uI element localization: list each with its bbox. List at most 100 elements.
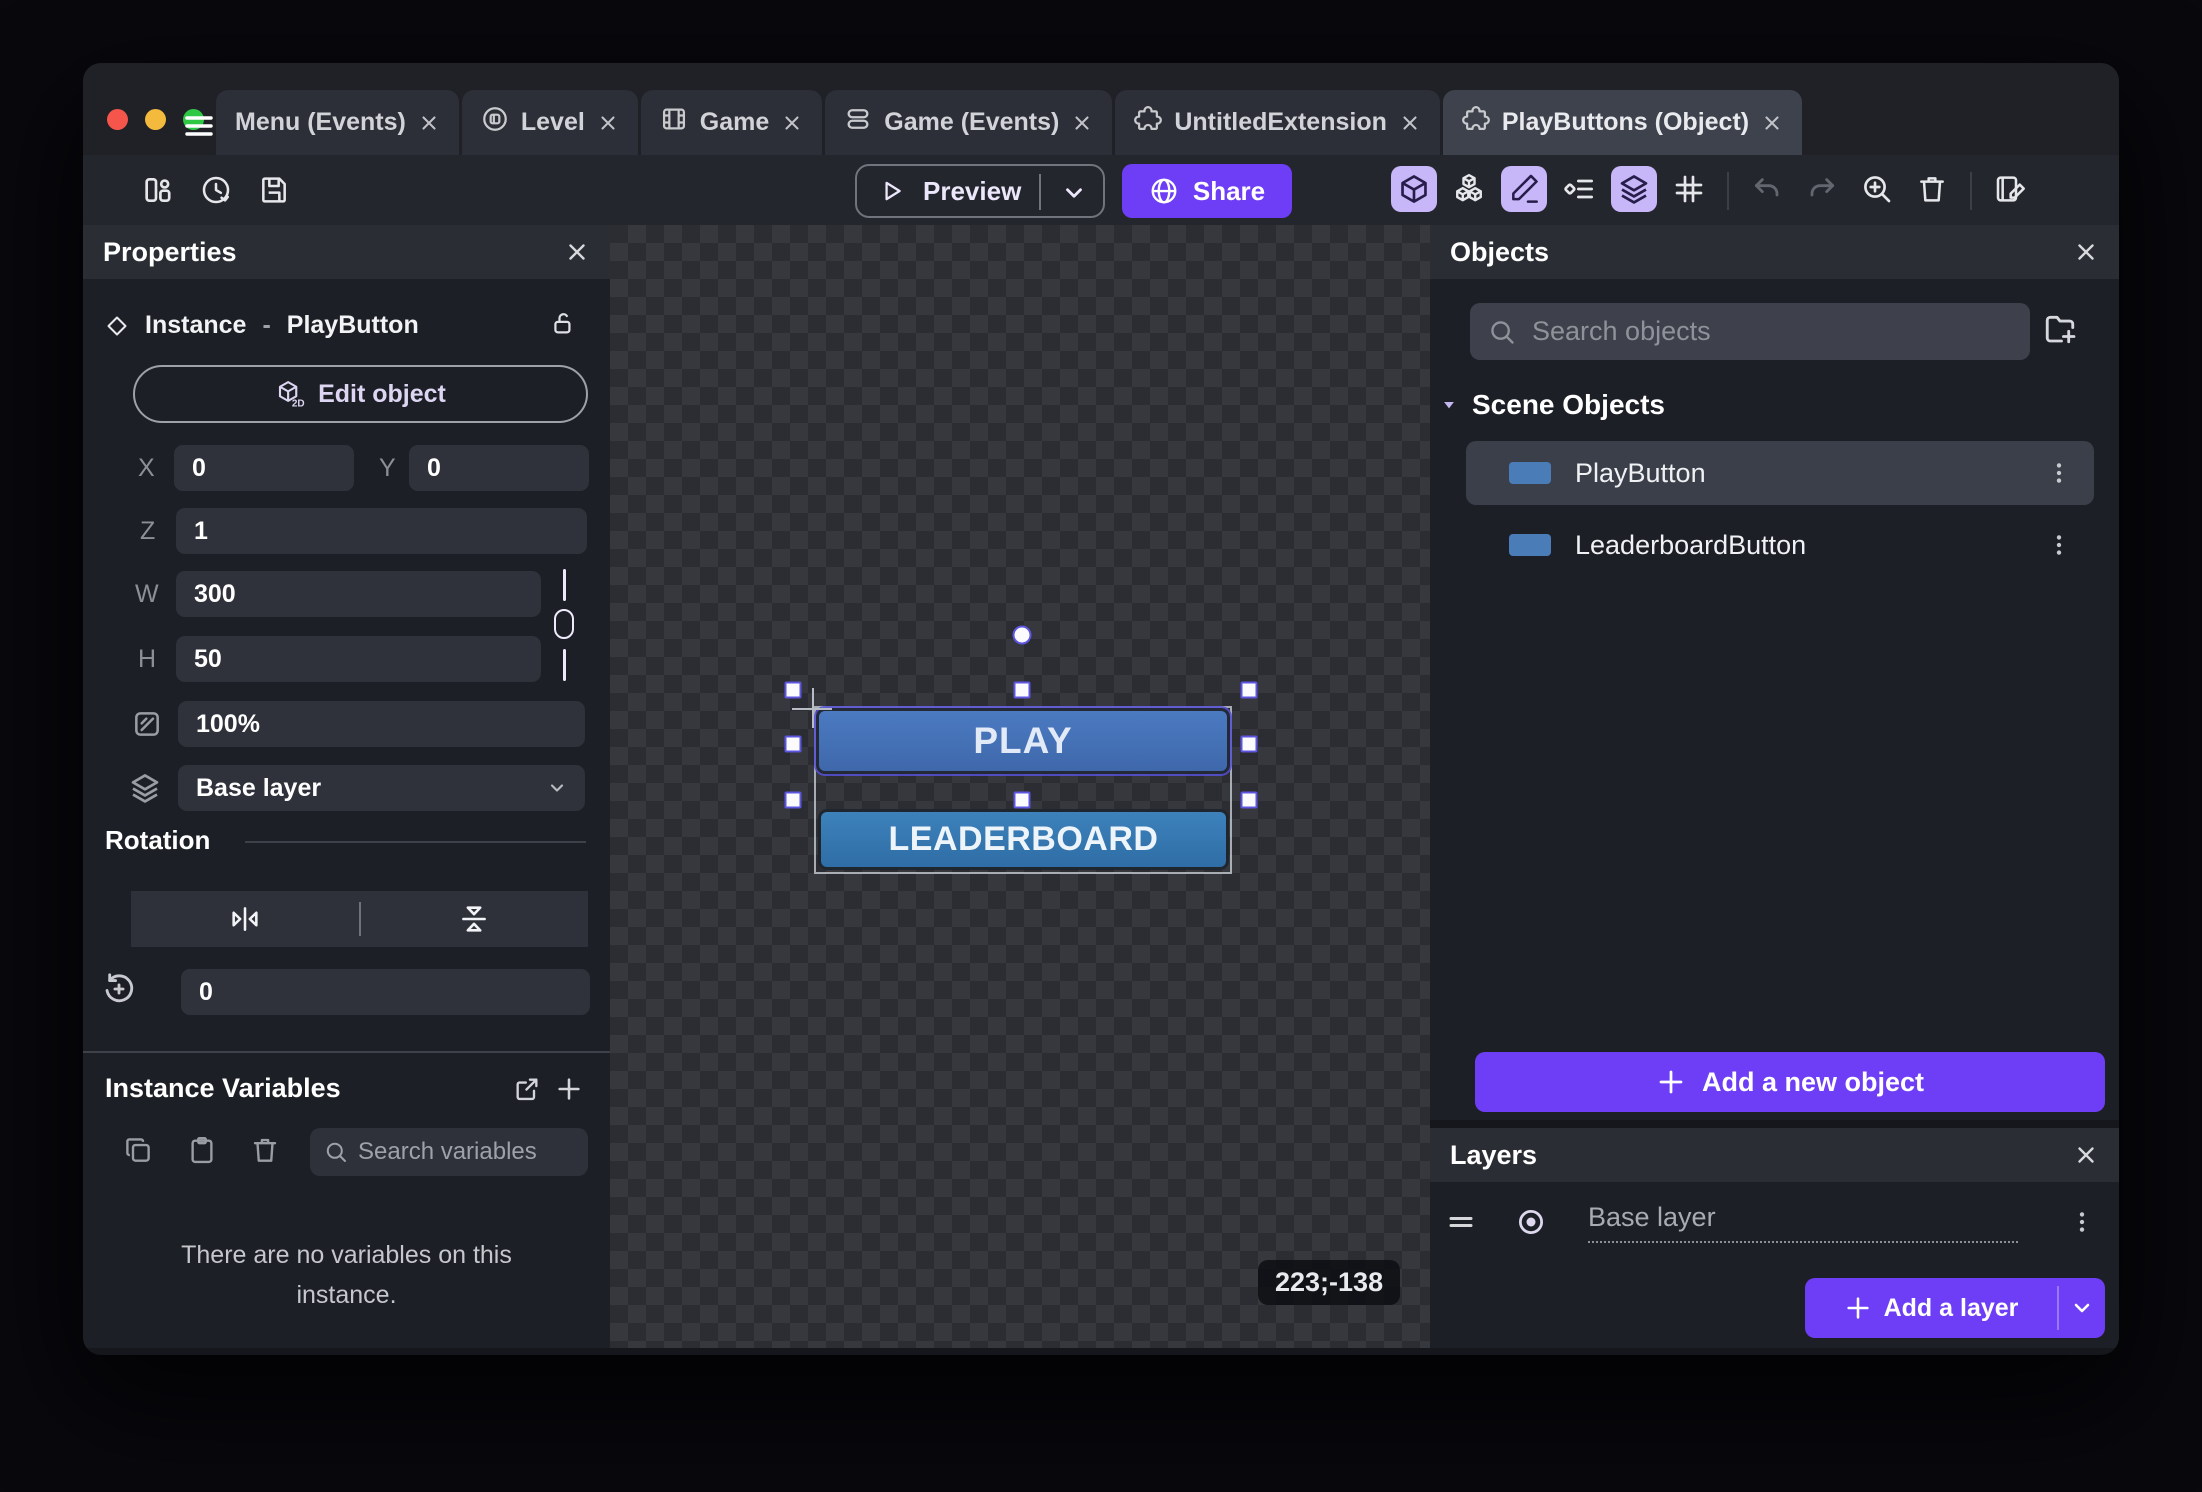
lock-instance-button[interactable] [549,309,577,342]
variables-search-input[interactable] [358,1138,558,1166]
preview-label: Preview [923,176,1021,207]
toggle-objects-panel-button[interactable] [1391,166,1437,212]
width-input[interactable] [176,571,541,617]
tab-close-icon[interactable] [418,112,440,134]
resize-handle-top-right[interactable] [1241,682,1258,699]
close-objects-button[interactable] [2073,239,2099,265]
lock-aspect-ratio-toggle[interactable] [551,569,577,681]
toggle-layers-panel-button[interactable] [1611,166,1657,212]
copy-variable-button[interactable] [123,1135,153,1170]
add-new-object-button[interactable]: Add a new object [1475,1052,2105,1112]
flip-vertical-button[interactable] [361,902,589,936]
y-label: Y [379,454,409,483]
add-layer-button[interactable]: Add a layer [1805,1278,2057,1338]
undo-button[interactable] [1744,166,1790,212]
variables-empty-message: There are no variables on this instance. [153,1235,540,1315]
layer-menu-button[interactable] [2069,1209,2095,1235]
delete-button[interactable] [1909,166,1955,212]
add-layer-split-button: Add a layer [1805,1278,2105,1338]
resize-handle-middle-right[interactable] [1241,736,1258,753]
share-button[interactable]: Share [1122,164,1292,218]
save-button[interactable] [251,167,297,213]
kebab-icon [2046,532,2072,558]
toggle-properties-panel-button[interactable] [1501,166,1547,212]
history-button[interactable] [193,167,239,213]
preview-options-button[interactable] [1061,180,1087,211]
layer-select[interactable]: Base layer [178,765,585,811]
scene-canvas[interactable]: PLAY LEADERBOARD 223;-138 [610,225,1430,1348]
toggle-grid-button[interactable] [1666,166,1712,212]
resize-handle-top-center[interactable] [1014,682,1031,699]
object-row-leaderboardbutton[interactable]: LeaderboardButton [1466,513,2094,577]
flip-horizontal-button[interactable] [131,902,359,936]
rotation-input[interactable] [181,969,590,1015]
layer-visibility-toggle[interactable] [1516,1207,1546,1237]
scene-objects-group[interactable]: Scene Objects [1440,389,1665,421]
preview-button[interactable]: Preview [855,164,1105,218]
resize-handle-bottom-left[interactable] [785,792,802,809]
instance-properties-button[interactable] [1556,166,1602,212]
instances-list-button[interactable] [1446,166,1492,212]
properties-panel: Properties Instance - PlayButton Edit ob… [83,225,610,1348]
objects-header: Objects [1430,225,2119,279]
leaderboard-button-object[interactable]: LEADERBOARD [818,809,1229,870]
window-minimize-button[interactable] [145,109,166,130]
tab-close-icon[interactable] [597,112,619,134]
drag-handle-icon[interactable] [1446,1207,1476,1237]
tab-game-events[interactable]: Game (Events) [825,90,1112,155]
x-input[interactable] [174,445,354,491]
x-label: X [138,454,174,483]
add-folder-button[interactable] [2042,311,2078,352]
variables-search-box[interactable] [310,1128,588,1176]
close-layers-button[interactable] [2073,1142,2099,1168]
undo-icon [1751,173,1783,205]
tab-level[interactable]: Level [462,90,638,155]
tab-menu-events[interactable]: Menu (Events) [216,90,459,155]
tab-close-icon[interactable] [1071,112,1093,134]
layer-row-base-layer[interactable]: Base layer [1430,1192,2119,1252]
close-properties-button[interactable] [564,239,590,265]
z-input[interactable] [176,508,587,554]
paste-variable-button[interactable] [187,1135,217,1170]
resize-handle-bottom-right[interactable] [1241,792,1258,809]
object-menu-button[interactable] [2046,460,2072,486]
object-thumbnail [1509,462,1551,484]
opacity-input[interactable] [178,701,585,747]
main-menu-button[interactable] [183,110,217,136]
cube-2d-icon [275,379,305,409]
preview-divider [1039,174,1041,210]
window-close-button[interactable] [107,109,128,130]
resize-handle-bottom-center[interactable] [1014,792,1031,809]
redo-button[interactable] [1799,166,1845,212]
tab-playbuttons-object[interactable]: PlayButtons (Object) [1443,90,1802,155]
rotation-handle[interactable] [1013,626,1032,645]
grid-icon [1673,173,1705,205]
scene-objects-title: Scene Objects [1472,389,1665,421]
tab-game[interactable]: Game [641,90,822,155]
add-layer-options-button[interactable] [2059,1278,2105,1338]
zoom-button[interactable] [1854,166,1900,212]
open-variables-editor-button[interactable] [513,1075,541,1108]
film-icon [660,105,688,140]
tab-close-icon[interactable] [781,112,803,134]
add-variable-button[interactable] [555,1075,583,1108]
tab-untitled-extension[interactable]: UntitledExtension [1115,90,1440,155]
object-thumbnail [1509,534,1551,556]
play-button-object[interactable]: PLAY [816,708,1230,774]
height-input[interactable] [176,636,541,682]
tab-close-icon[interactable] [1761,112,1783,134]
layers-icon [129,772,161,804]
edit-object-button[interactable]: Edit object [133,365,588,423]
edit-events-button[interactable] [1987,166,2033,212]
object-row-playbutton[interactable]: PlayButton [1466,441,2094,505]
height-label: H [138,645,176,674]
resize-handle-middle-left[interactable] [785,736,802,753]
tab-close-icon[interactable] [1399,112,1421,134]
object-menu-button[interactable] [2046,532,2072,558]
objects-search-input[interactable] [1532,316,1972,347]
toggle-panels-button[interactable] [135,167,181,213]
layer-name-field[interactable]: Base layer [1588,1202,2018,1243]
delete-variable-button[interactable] [250,1135,280,1170]
objects-search-box[interactable] [1470,303,2030,360]
y-input[interactable] [409,445,589,491]
